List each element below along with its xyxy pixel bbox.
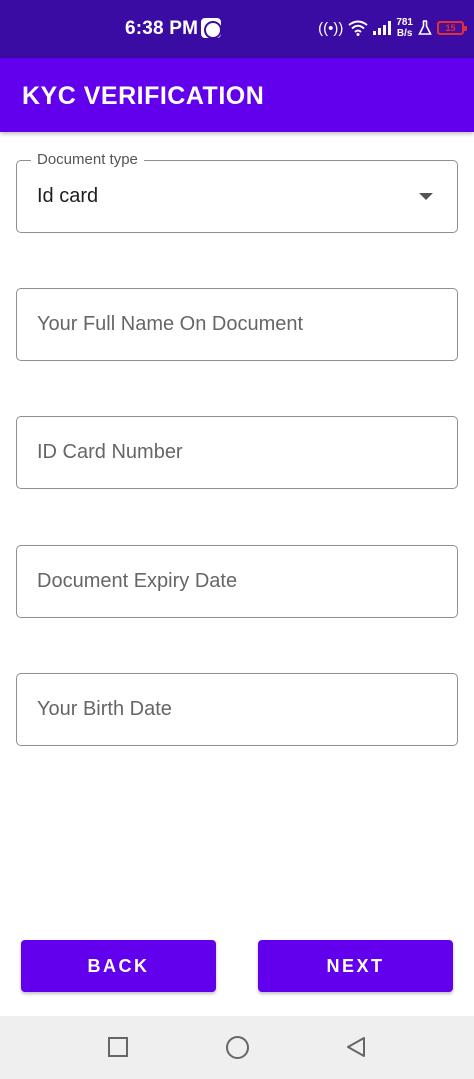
recents-icon[interactable]	[108, 1037, 128, 1057]
battery-level: 15	[445, 23, 456, 33]
document-expiry-date-placeholder: Document Expiry Date	[37, 570, 238, 592]
document-type-value: Id card	[37, 185, 99, 207]
dropdown-arrow-icon	[419, 193, 433, 200]
network-speed: 781 B/s	[396, 17, 413, 39]
next-button[interactable]: NEXT	[258, 940, 453, 992]
notification-icon	[201, 18, 222, 39]
full-name-placeholder: Your Full Name On Document	[37, 313, 304, 335]
birth-date-input[interactable]: Your Birth Date	[16, 673, 458, 746]
hotspot-icon: ((•))	[318, 19, 344, 37]
id-card-number-input[interactable]: ID Card Number	[16, 416, 458, 489]
document-type-dropdown[interactable]: Document type Id card	[16, 151, 458, 233]
id-card-number-placeholder: ID Card Number	[37, 441, 183, 463]
status-icons: ((•)) 781 B/s	[318, 14, 432, 42]
status-bar: 6:38 PM ((•)) 781 B/s 15	[0, 0, 474, 58]
app-bar: KYC VERIFICATION	[0, 58, 474, 132]
wifi-icon	[348, 20, 368, 36]
navigation-bar	[0, 1016, 474, 1079]
network-speed-value: 781	[396, 17, 413, 28]
status-time: 6:38 PM	[125, 18, 199, 39]
page-title: KYC VERIFICATION	[22, 82, 265, 110]
signal-icon	[373, 21, 392, 35]
document-expiry-date-input[interactable]: Document Expiry Date	[16, 545, 458, 618]
full-name-input[interactable]: Your Full Name On Document	[16, 288, 458, 361]
back-button[interactable]: BACK	[21, 940, 216, 992]
birth-date-placeholder: Your Birth Date	[37, 698, 172, 720]
battery-icon: 15	[437, 21, 467, 35]
home-icon[interactable]	[226, 1036, 249, 1059]
back-icon[interactable]	[344, 1035, 368, 1059]
lab-icon	[418, 20, 432, 35]
document-type-label: Document type	[31, 151, 144, 168]
network-speed-unit: B/s	[396, 28, 413, 39]
